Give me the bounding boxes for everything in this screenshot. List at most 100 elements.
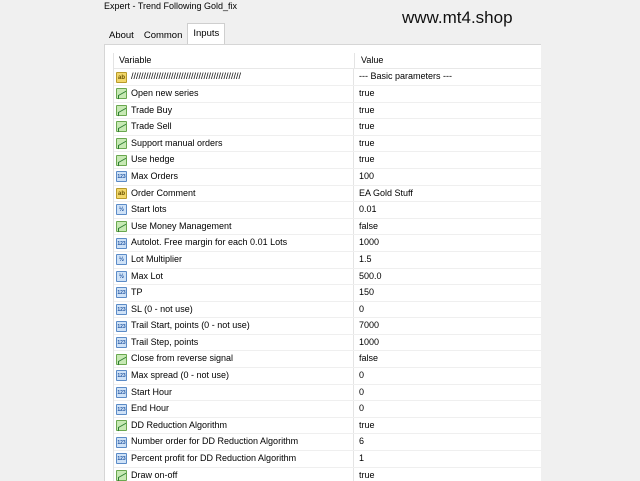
variable-cell: Support manual orders <box>114 135 354 152</box>
bool-param-icon <box>116 154 127 166</box>
table-row[interactable]: ½ Max Lot 500.0 <box>114 268 541 286</box>
value-cell[interactable]: 0 <box>354 401 364 417</box>
column-header-value[interactable]: Value <box>355 53 383 68</box>
table-row[interactable]: ab //////////////////////////////////////… <box>114 69 541 86</box>
tab-common[interactable]: Common <box>139 27 188 44</box>
value-cell[interactable]: 7000 <box>354 318 379 334</box>
variable-label: Use hedge <box>131 154 175 165</box>
table-row[interactable]: 123 Autolot. Free margin for each 0.01 Lo… <box>114 235 541 252</box>
variable-cell: 123 End Hour <box>114 401 354 417</box>
value-cell[interactable]: --- Basic parameters --- <box>354 69 452 85</box>
value-cell[interactable]: true <box>354 136 375 152</box>
variable-label: Trail Start, points (0 - not use) <box>131 320 250 331</box>
variable-label: Order Comment <box>131 187 196 198</box>
double-param-icon: ½ <box>116 270 127 282</box>
variable-cell: Open new series <box>114 85 354 102</box>
table-row[interactable]: 123 Trail Start, points (0 - not use) 7000 <box>114 318 541 335</box>
variable-label: Percent profit for DD Reduction Algorith… <box>131 453 297 464</box>
value-cell[interactable]: 100 <box>354 169 374 185</box>
variable-label: Max Orders <box>131 170 179 181</box>
inputs-panel: Variable Value ab ///////////////////////… <box>104 44 541 481</box>
bool-param-icon <box>116 469 127 481</box>
value-cell[interactable]: false <box>354 351 378 367</box>
column-header-variable[interactable]: Variable <box>114 53 355 69</box>
table-row[interactable]: ½ Start lots 0.01 <box>114 202 541 219</box>
value-cell[interactable]: 0 <box>354 368 364 384</box>
bool-param-icon <box>116 88 127 100</box>
table-row[interactable]: 123 Number order for DD Reduction Algorit… <box>114 434 541 452</box>
value-cell[interactable]: true <box>354 119 375 135</box>
value-cell[interactable]: false <box>354 219 378 235</box>
table-row[interactable]: 123 Start Hour 0 <box>114 384 541 402</box>
value-cell[interactable]: 0 <box>354 385 364 401</box>
table-row[interactable]: 123 Max spread (0 - not use) 0 <box>114 368 541 385</box>
bool-param-icon <box>116 104 127 116</box>
variable-cell: 123 Autolot. Free margin for each 0.01 Lo… <box>114 235 354 251</box>
value-cell[interactable]: 1000 <box>354 335 379 351</box>
variable-cell: Draw on-off <box>114 467 354 481</box>
int-param-icon: 123 <box>116 386 127 398</box>
variable-label: Max Lot <box>131 270 164 281</box>
variable-cell: 123 Trail Start, points (0 - not use) <box>114 318 354 334</box>
variable-label: SL (0 - not use) <box>131 303 193 314</box>
table-row[interactable]: Trade Buy true <box>114 102 541 120</box>
table-row[interactable]: 123 End Hour 0 <box>114 401 541 418</box>
table-row[interactable]: 123 TP 150 <box>114 285 541 302</box>
table-row[interactable]: 123 Trail Step, points 1000 <box>114 334 541 352</box>
int-param-icon: 123 <box>116 304 127 315</box>
value-cell[interactable]: true <box>354 103 375 119</box>
variable-label: Trade Sell <box>131 121 172 132</box>
variable-cell: ab Order Comment <box>114 185 354 202</box>
value-cell[interactable]: 500.0 <box>354 269 382 285</box>
variable-cell: ½ Lot Multiplier <box>114 251 354 268</box>
value-cell[interactable]: 0.01 <box>354 202 377 218</box>
table-header: Variable Value <box>114 53 541 70</box>
int-param-icon: 123 <box>116 436 127 448</box>
value-cell[interactable]: true <box>354 152 375 168</box>
int-param-icon: 123 <box>116 287 127 299</box>
value-cell[interactable]: 1.5 <box>354 252 372 268</box>
int-param-icon: 123 <box>116 453 127 465</box>
table-row[interactable]: Support manual orders true <box>114 135 541 153</box>
table-row[interactable]: ab Order Comment EA Gold Stuff <box>114 185 541 203</box>
variable-cell: 123 Max spread (0 - not use) <box>114 368 354 384</box>
table-body: ab //////////////////////////////////////… <box>114 69 541 481</box>
table-row[interactable]: 123 SL (0 - not use) 0 <box>114 301 541 319</box>
value-cell[interactable]: 1 <box>354 451 364 467</box>
value-cell[interactable]: EA Gold Stuff <box>354 186 413 202</box>
variable-cell: ab //////////////////////////////////////… <box>114 69 354 85</box>
variable-label: Use Money Management <box>131 220 232 231</box>
bool-param-icon <box>116 221 127 233</box>
bool-param-icon <box>116 420 127 432</box>
value-cell[interactable]: 6 <box>354 434 364 450</box>
variable-label: DD Reduction Algorithm <box>131 419 228 430</box>
int-param-icon: 123 <box>116 237 127 249</box>
value-cell[interactable]: 1000 <box>354 235 379 251</box>
variable-label: Autolot. Free margin for each 0.01 Lots <box>131 237 288 248</box>
value-cell[interactable]: true <box>354 418 375 434</box>
table-row[interactable]: Close from reverse signal false <box>114 351 541 369</box>
variable-label: Max spread (0 - not use) <box>131 370 230 381</box>
table-row[interactable]: 123 Percent profit for DD Reduction Algor… <box>114 451 541 468</box>
table-row[interactable]: DD Reduction Algorithm true <box>114 417 541 435</box>
variable-cell: ½ Start lots <box>114 202 354 218</box>
tab-inputs[interactable]: Inputs <box>187 23 226 44</box>
table-row[interactable]: Draw on-off true <box>114 467 541 481</box>
table-row[interactable]: Open new series true <box>114 85 541 103</box>
table-row[interactable]: Use Money Management false <box>114 218 541 236</box>
variable-label: Start Hour <box>131 386 173 397</box>
table-row[interactable]: ½ Lot Multiplier 1.5 <box>114 251 541 269</box>
variable-cell: 123 Trail Step, points <box>114 334 354 351</box>
string-param-icon: ab <box>116 187 127 199</box>
value-cell[interactable]: 150 <box>354 285 374 301</box>
variable-label: Number order for DD Reduction Algorithm <box>131 436 299 447</box>
table-row[interactable]: Use hedge true <box>114 152 541 169</box>
value-cell[interactable]: true <box>354 86 375 102</box>
table-row[interactable]: 123 Max Orders 100 <box>114 168 541 186</box>
tab-about[interactable]: About <box>104 27 139 44</box>
value-cell[interactable]: true <box>354 468 375 481</box>
value-cell[interactable]: 0 <box>354 302 364 318</box>
double-param-icon: ½ <box>116 254 127 266</box>
variable-cell: ½ Max Lot <box>114 268 354 285</box>
table-row[interactable]: Trade Sell true <box>114 119 541 136</box>
